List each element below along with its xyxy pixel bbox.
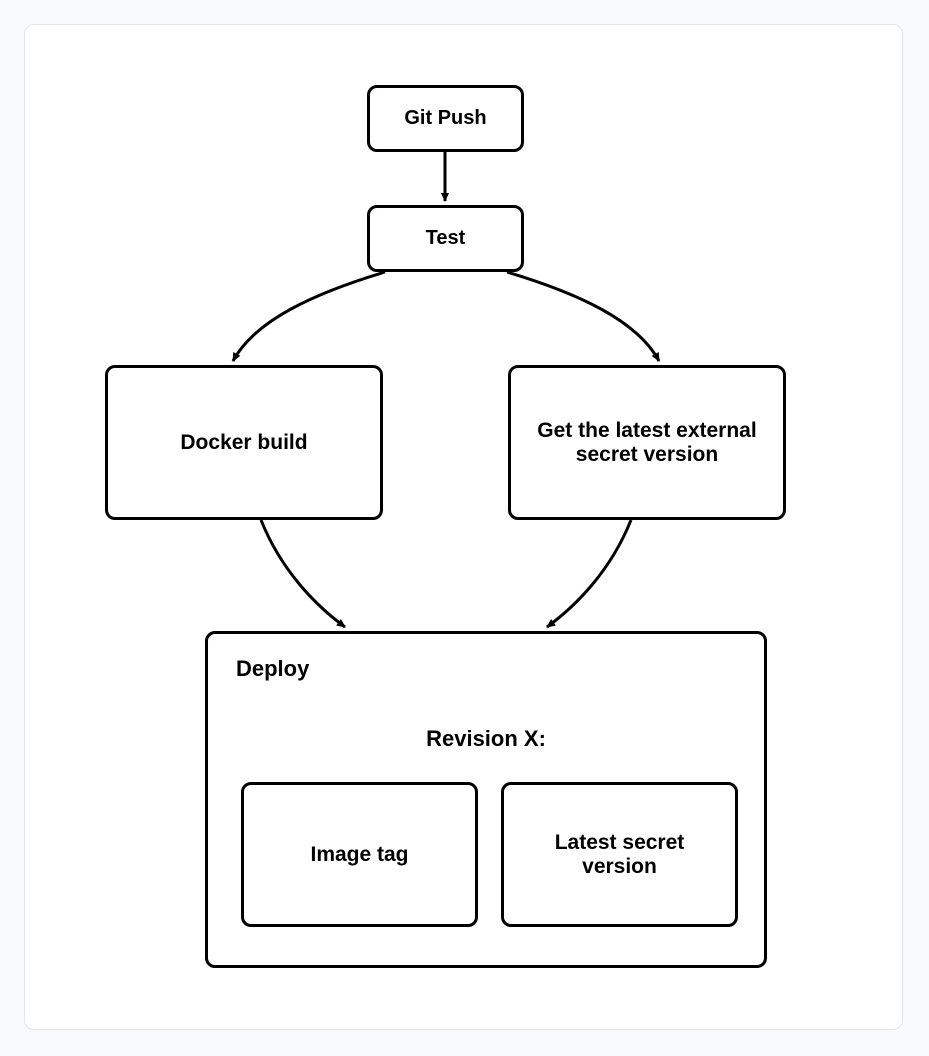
node-latest-secret-label: Latest secret version — [528, 831, 711, 879]
node-latest-secret: Latest secret version — [501, 782, 738, 927]
node-test: Test — [367, 205, 524, 272]
node-test-label: Test — [426, 227, 466, 250]
revision-label: Revision X: — [208, 726, 764, 752]
node-image-tag-label: Image tag — [310, 843, 408, 867]
diagram-frame: Git Push Test Docker build Get the lates… — [24, 24, 903, 1030]
arrow-getsecret-deploy — [547, 520, 631, 627]
node-docker-build: Docker build — [105, 365, 383, 520]
node-get-secret: Get the latest external secret version — [508, 365, 786, 520]
arrow-dockerbuild-deploy — [261, 520, 345, 627]
node-deploy-label: Deploy — [236, 656, 309, 682]
node-git-push-label: Git Push — [404, 107, 486, 130]
node-get-secret-label: Get the latest external secret version — [529, 419, 765, 467]
arrow-test-getsecret — [507, 272, 659, 361]
node-deploy: Deploy Revision X: Image tag Latest secr… — [205, 631, 767, 968]
node-git-push: Git Push — [367, 85, 524, 152]
node-image-tag: Image tag — [241, 782, 478, 927]
node-docker-build-label: Docker build — [180, 431, 307, 455]
arrow-test-dockerbuild — [233, 272, 385, 361]
